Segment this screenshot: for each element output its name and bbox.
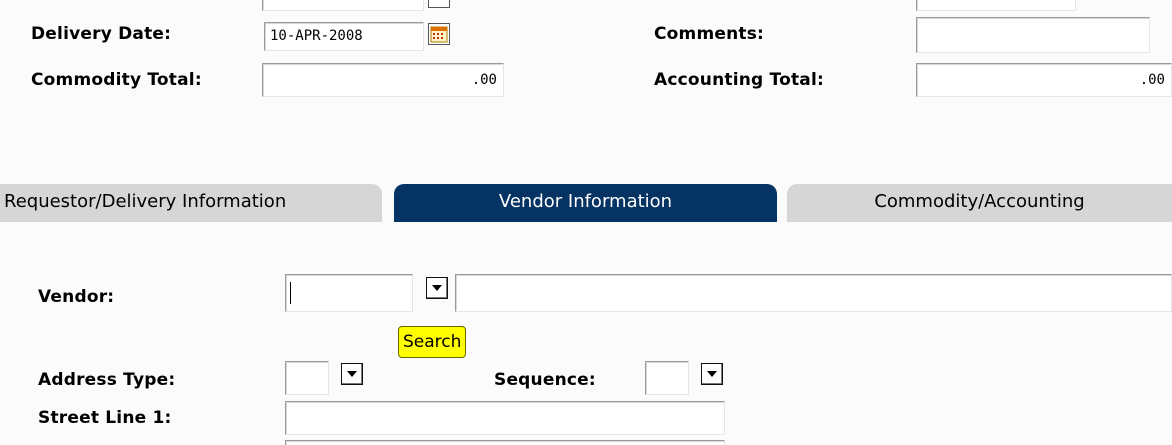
sequence-field[interactable] [645,361,689,395]
tab-label: Requestor/Delivery Information [4,191,287,212]
sequence-dropdown-button[interactable] [701,363,723,385]
tab-label: Vendor Information [498,191,673,212]
comments-label: Comments: [654,24,765,44]
tab-label: Commodity/Accounting [874,191,1085,212]
accounting-total-label: Accounting Total: [654,70,824,90]
street-line-1-label: Street Line 1: [38,408,172,428]
street-line-1-field[interactable] [285,401,725,435]
vendor-name-field[interactable] [455,274,1172,312]
address-type-dropdown-button[interactable] [341,363,363,385]
commodity-total-field: .00 [262,63,504,97]
delivery-date-field[interactable]: 10-APR-2008 [264,22,424,51]
vendor-label: Vendor: [38,287,115,307]
street-line-2-field[interactable] [285,440,725,445]
vendor-id-field[interactable] [285,274,413,312]
accounting-total-field: .00 [916,63,1172,97]
search-button-label: Search [403,332,462,352]
delivery-date-label: Delivery Date: [31,24,172,44]
address-type-field[interactable] [285,361,329,395]
search-button[interactable]: Search [398,326,467,358]
tab-requestor-delivery-information[interactable]: Requestor/Delivery Information [0,184,382,222]
tab-vendor-information[interactable]: Vendor Information [394,184,777,222]
tab-commodity-accounting[interactable]: Commodity/Accounting [787,184,1172,222]
cutoff-field-top-right[interactable] [916,0,1076,11]
calendar-icon[interactable] [428,23,450,45]
comments-field[interactable] [916,17,1150,53]
vendor-lookup-dropdown-button[interactable] [426,277,448,299]
cutoff-button-top-left[interactable] [428,0,450,8]
commodity-total-label: Commodity Total: [31,70,202,90]
sequence-label: Sequence: [494,370,596,390]
address-type-label: Address Type: [38,370,176,390]
cutoff-field-top-left[interactable] [262,0,424,11]
vendor-id-cursor [290,282,291,304]
